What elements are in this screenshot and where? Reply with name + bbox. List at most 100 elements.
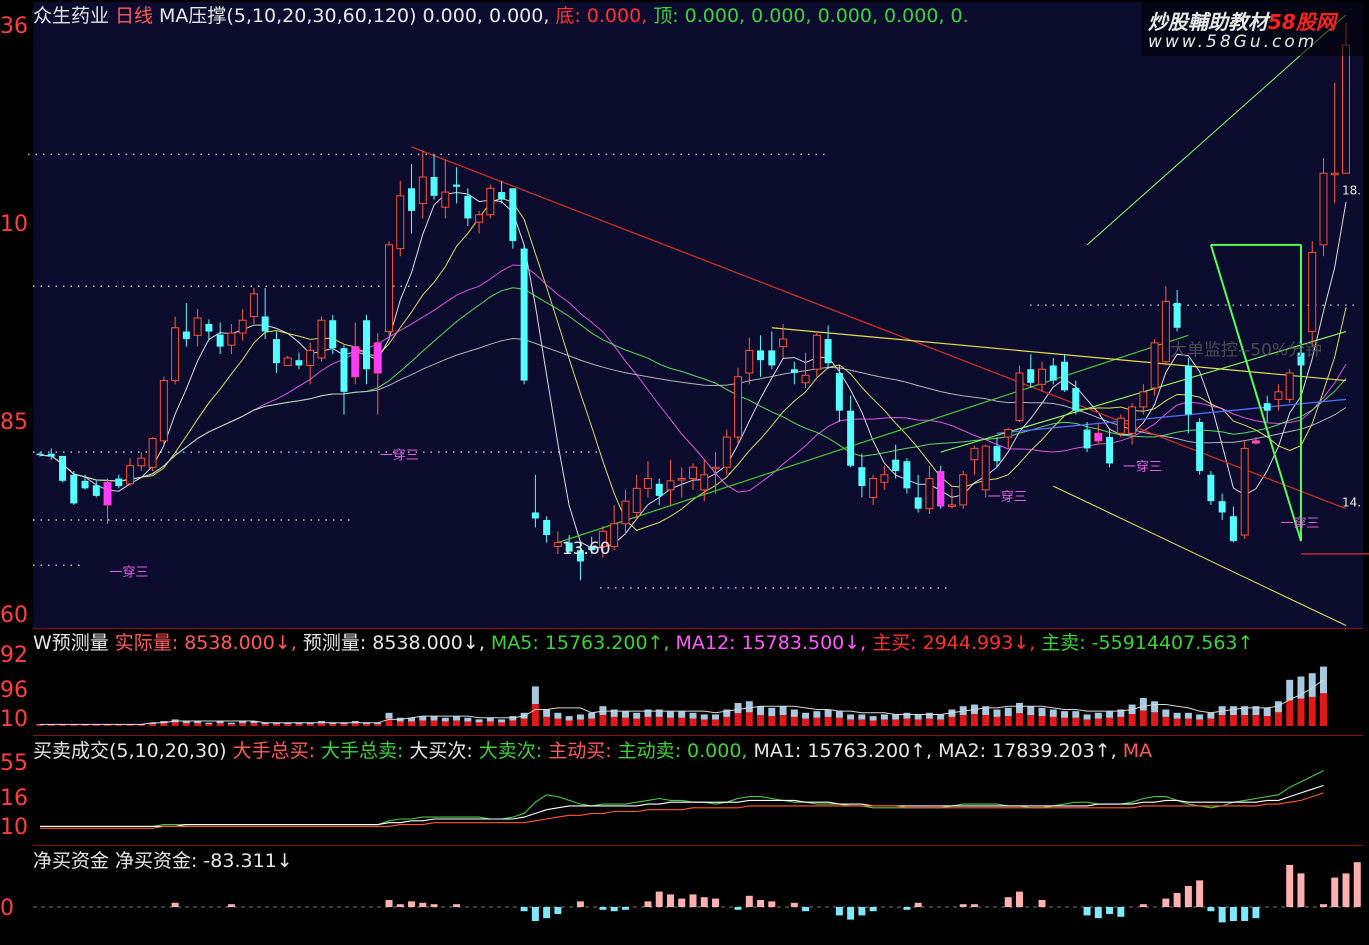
- volume-bar-top: [914, 714, 922, 720]
- candle-body: [148, 438, 157, 468]
- volume-bar-bottom: [1049, 716, 1057, 726]
- candle-body: [306, 349, 315, 366]
- net-bar-positive: [1331, 877, 1339, 907]
- trade-line-1: [40, 770, 1324, 827]
- volume-bar-bottom: [126, 725, 134, 726]
- volume-bar-bottom: [835, 717, 843, 726]
- net-bar-negative: [621, 907, 629, 910]
- volume-bar-bottom: [396, 721, 404, 726]
- candle-body: [1330, 172, 1339, 176]
- volume-bar-bottom: [982, 715, 990, 726]
- net-bar-positive: [430, 904, 438, 907]
- volume-bar-bottom: [779, 715, 787, 726]
- candle-body: [981, 445, 990, 491]
- forecast-value: 8538.000↓,: [372, 632, 485, 654]
- low-price-label: 13.60: [562, 539, 611, 559]
- candle-body: [1207, 474, 1215, 502]
- volume-bar-top: [385, 712, 393, 719]
- trade-header: 买卖成交(5,10,20,30) 大手总买: 大手总卖: 大买次: 大卖次: 主动买: 主动…: [33, 738, 1363, 764]
- volume-bar-bottom: [813, 717, 821, 726]
- candle-body: [914, 497, 922, 509]
- volume-bar-top: [937, 714, 945, 720]
- volume-bar-bottom: [295, 724, 303, 726]
- volume-bar-bottom: [430, 720, 438, 726]
- volume-bar-top: [1196, 714, 1204, 720]
- volume-bar-bottom: [700, 719, 708, 726]
- candle-body: [464, 195, 472, 219]
- volume-bar-bottom: [1016, 713, 1023, 726]
- pattern-label: 一穿三: [1123, 459, 1162, 475]
- candle-body: [790, 369, 798, 373]
- candle-body: [182, 331, 190, 340]
- volume-bar-bottom: [340, 724, 348, 726]
- candle-body: [779, 338, 788, 348]
- candle-body: [1263, 403, 1271, 411]
- volume-bar-bottom: [520, 718, 528, 726]
- net-bar-positive: [959, 904, 967, 907]
- chart-stage: 一穿三 一穿三 一穿三 一穿三 一穿三 13.60 18. 14. 大单监控--50%分钟 众生…: [0, 0, 1369, 945]
- volume-bar-bottom: [227, 724, 235, 726]
- trade-line-3: [40, 792, 1324, 829]
- candle-body: [1150, 342, 1159, 389]
- volume-bar-bottom: [599, 715, 607, 726]
- candle-body: [249, 293, 258, 317]
- candle-body: [734, 376, 743, 438]
- volume-bar-top: [892, 714, 900, 720]
- volume-bar-bottom: [1218, 715, 1226, 726]
- indicator-label: MA压撑(5,10,20,30,60,120): [159, 5, 417, 27]
- net-bar-negative: [903, 907, 911, 910]
- candle-body: [903, 461, 911, 489]
- volume-bar-bottom: [1139, 710, 1147, 726]
- trade-lines: [40, 770, 1324, 829]
- volume-bar-bottom: [509, 720, 517, 726]
- volume-bar-top: [1229, 706, 1237, 716]
- candle-body: [36, 453, 44, 456]
- separator: [33, 735, 1363, 736]
- volume-bar-bottom: [36, 725, 44, 726]
- volume-bar-top: [835, 711, 843, 718]
- candle-body: [1196, 422, 1204, 471]
- volume-bar-bottom: [453, 720, 461, 726]
- volume-bar-top: [790, 709, 798, 717]
- volume-bar-bottom: [565, 720, 573, 726]
- volume-bar-bottom: [745, 712, 753, 726]
- volume-bar-bottom: [374, 724, 382, 726]
- candle-body: [1319, 172, 1328, 246]
- net-bar-positive: [419, 902, 427, 907]
- volume-bar-bottom: [1094, 718, 1102, 726]
- pattern-label: 一穿三: [988, 489, 1027, 505]
- candle-body: [1229, 516, 1237, 542]
- volume-bar-bottom: [1061, 717, 1069, 726]
- volume-bar-top: [734, 702, 742, 714]
- volume-bar-top: [633, 712, 641, 719]
- candle-body: [520, 248, 528, 381]
- volume-bar-top: [621, 711, 629, 718]
- volume-bar-top: [1027, 706, 1035, 716]
- net-header: 净买资金 净买资金: -83.311↓: [33, 848, 1363, 874]
- candle-body: [193, 317, 202, 336]
- volume-bar-bottom: [1229, 715, 1237, 726]
- volume-bar-top: [1106, 711, 1114, 718]
- volume-bar-bottom: [757, 715, 765, 726]
- candle-body: [453, 184, 461, 187]
- candle-body: [47, 453, 55, 457]
- candle-body: [441, 191, 450, 208]
- volume-bar-bottom: [1072, 717, 1080, 726]
- candle-body: [869, 478, 878, 498]
- net-bar-positive: [1196, 880, 1204, 907]
- candle-body: [1308, 251, 1317, 333]
- y-label: 85: [0, 410, 28, 435]
- logo-url: www.58Gu.com: [1148, 32, 1318, 52]
- candle-body: [812, 334, 821, 370]
- volume-bar-bottom: [903, 718, 911, 726]
- volume-bar-bottom: [59, 725, 67, 726]
- volume-bar-bottom: [678, 717, 686, 726]
- candle-body: [1139, 391, 1148, 408]
- volume-bar-top: [543, 709, 551, 717]
- net-bar-positive: [1139, 904, 1147, 907]
- volume-bar-bottom: [948, 716, 956, 726]
- volume-bar-bottom: [610, 716, 618, 726]
- volume-bar-top: [1286, 679, 1294, 701]
- volume-bar-top: [1184, 712, 1192, 719]
- volume-bar-top: [1173, 712, 1181, 719]
